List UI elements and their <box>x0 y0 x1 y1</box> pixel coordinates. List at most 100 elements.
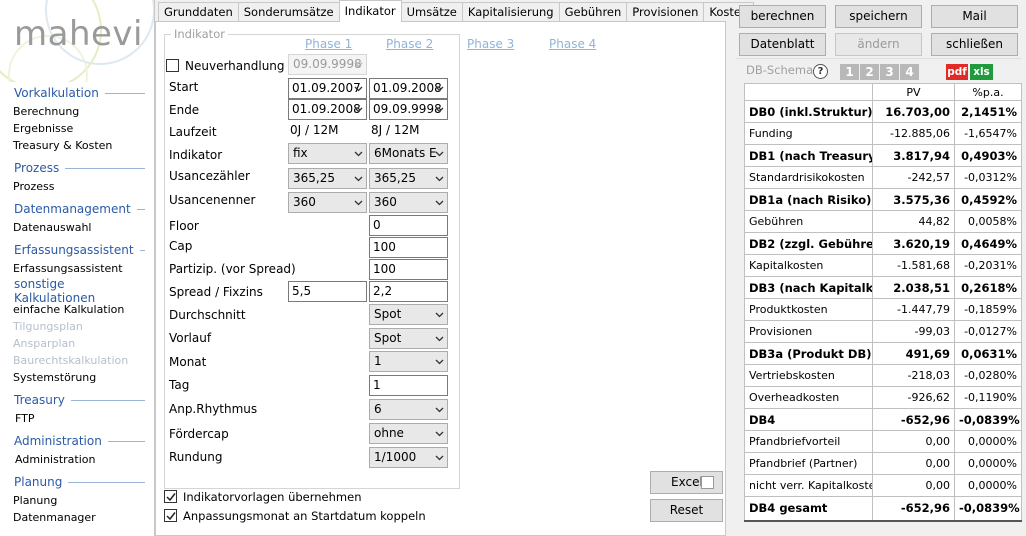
table-cell-pa: 0,0000% <box>954 430 1022 453</box>
durchschnitt-select-phase2[interactable]: Spot <box>369 304 448 325</box>
usancezaehler-select-phase1[interactable]: 365,25 <box>288 168 367 189</box>
laufzeit-label: Laufzeit <box>169 125 217 139</box>
speichern-button[interactable]: speichern <box>835 5 922 28</box>
table-cell-label: DB0 (inkl.Struktur) <box>744 100 873 123</box>
ende-date-phase2[interactable]: 09.09.9998 <box>369 99 448 120</box>
table-cell-pv: 491,69 <box>872 342 955 365</box>
nav-section-vorkalkulation: Vorkalkulation Berechnung Ergebnisse Tre… <box>0 83 155 154</box>
spread-input-phase1[interactable]: 5,5 <box>288 281 367 302</box>
sidebar-item-planung[interactable]: Planung <box>0 492 155 509</box>
phase-4-link[interactable]: Phase 4 <box>549 37 596 51</box>
checkmark-icon <box>166 493 176 502</box>
floor-label: Floor <box>169 219 199 233</box>
nav-section-erfassungsassistent: Erfassungsassistent Erfassungsassistent <box>0 240 155 277</box>
table-row: Funding -12.885,06 -1,6547% <box>744 122 1022 145</box>
nav-head-label: Erfassungsassistent <box>14 243 134 257</box>
rundung-select-phase2[interactable]: 1/1000 <box>369 447 448 468</box>
tab-sonderumsaetze[interactable]: Sonderumsätze <box>237 2 340 22</box>
sidebar-item-datenauswahl[interactable]: Datenauswahl <box>0 219 155 236</box>
nav-head-vorkalkulation[interactable]: Vorkalkulation <box>0 83 155 103</box>
sidebar-item-ansparplan: Ansparplan <box>13 337 76 350</box>
table-cell-pa: -0,2031% <box>954 254 1022 277</box>
usancenenner-select-phase1[interactable]: 360 <box>288 192 367 213</box>
help-icon[interactable]: ? <box>813 64 828 79</box>
excel-button-label: Excel <box>671 475 703 489</box>
sidebar-item-ergebnisse[interactable]: Ergebnisse <box>0 120 155 137</box>
sidebar-item-ftp[interactable]: FTP <box>0 410 155 427</box>
sidebar-item-treasury-kosten[interactable]: Treasury & Kosten <box>0 137 155 154</box>
table-row: Provisionen -99,03 -0,0127% <box>744 320 1022 343</box>
table-cell-pv: -1.447,79 <box>872 298 955 321</box>
excel-button[interactable]: Excel <box>650 471 723 494</box>
foerdercap-select-phase2[interactable]: ohne <box>369 423 448 444</box>
nav-head-erfassungsassistent[interactable]: Erfassungsassistent <box>0 240 155 260</box>
schliessen-button[interactable]: schließen <box>931 33 1018 56</box>
foerdercap-label: Fördercap <box>169 427 229 441</box>
tab-kapitalisierung[interactable]: Kapitalisierung <box>461 2 560 22</box>
table-row: DB3 (nach Kapitalk… 2.038,51 0,2618% <box>744 276 1022 299</box>
table-row: DB1 (nach Treasury) 3.817,94 0,4903% <box>744 144 1022 167</box>
usancenenner-select-phase2[interactable]: 360 <box>369 192 448 213</box>
sidebar-item-berechnung[interactable]: Berechnung <box>0 103 155 120</box>
phase-1-link[interactable]: Phase 1 <box>305 37 352 51</box>
ende-date-phase1[interactable]: 01.09.2008 <box>288 99 367 120</box>
indikatorvorlagen-checkbox[interactable] <box>164 490 177 503</box>
tab-indikator[interactable]: Indikator <box>338 0 402 22</box>
nav-head-label: Administration <box>14 434 102 448</box>
sidebar-item-erfassungsassistent[interactable]: Erfassungsassistent <box>0 260 155 277</box>
mail-button[interactable]: Mail <box>931 5 1018 28</box>
usancezaehler-select-phase2[interactable]: 365,25 <box>369 168 448 189</box>
phase-2-link[interactable]: Phase 2 <box>386 37 433 51</box>
excel-checkbox[interactable] <box>701 476 714 489</box>
reset-button[interactable]: Reset <box>650 499 723 522</box>
sidebar-item-baurechtskalkulation: Baurechtskalkulation <box>13 354 129 367</box>
indikator-select-phase1[interactable]: fix <box>288 143 367 164</box>
table-cell-pa: 0,0058% <box>954 210 1022 233</box>
indikator-panel: Indikator Phase 1 Phase 2 Phase 3 Phase … <box>155 21 726 536</box>
table-cell-pv: 2.038,51 <box>872 276 955 299</box>
sidebar-item-prozess[interactable]: Prozess <box>0 178 155 195</box>
tab-provisionen[interactable]: Provisionen <box>626 2 705 22</box>
tab-grunddaten[interactable]: Grunddaten <box>158 2 239 22</box>
table-cell-pa: -0,0839% <box>954 408 1022 431</box>
anp-rhythmus-select-phase2[interactable]: 6 <box>369 399 448 420</box>
schema-level-2-button[interactable]: 2 <box>860 64 879 80</box>
nav-head-label: Treasury <box>14 393 65 407</box>
anpassungsmonat-checkbox[interactable] <box>164 509 177 522</box>
spread-input-phase2[interactable]: 2,2 <box>369 281 448 302</box>
start-date-phase2[interactable]: 01.09.2008 <box>369 78 448 99</box>
partizip-input-phase2[interactable]: 100 <box>369 259 448 280</box>
cap-input-phase2[interactable]: 100 <box>369 237 448 258</box>
pdf-export-icon[interactable]: pdf <box>946 64 968 80</box>
schema-level-4-button[interactable]: 4 <box>900 64 919 80</box>
sidebar-item-systemstoerung[interactable]: Systemstörung <box>0 369 155 386</box>
sidebar-item-administration[interactable]: Administration <box>0 451 155 468</box>
nav-head-administration[interactable]: Administration <box>0 431 155 451</box>
sidebar-item-datenmanager[interactable]: Datenmanager <box>0 509 155 526</box>
tag-input-phase2[interactable]: 1 <box>369 375 448 396</box>
nav-head-sonstige[interactable]: sonstige Kalkulationen <box>0 277 155 305</box>
usancenenner-label: Usancenenner <box>169 193 256 207</box>
vorlauf-select-phase2[interactable]: Spot <box>369 328 448 349</box>
indikator-select-phase2[interactable]: 6Monats E <box>369 143 448 164</box>
start-date-phase1[interactable]: 01.09.2007 <box>288 78 367 99</box>
tab-umsaetze[interactable]: Umsätze <box>400 2 463 22</box>
monat-select-phase2[interactable]: 1 <box>369 351 448 372</box>
floor-input-phase2[interactable]: 0 <box>369 215 448 236</box>
datenblatt-button[interactable]: Datenblatt <box>739 33 826 56</box>
neuverhandlung-checkbox[interactable] <box>166 59 179 72</box>
berechnen-button[interactable]: berechnen <box>739 5 826 28</box>
vorlauf-label: Vorlauf <box>169 331 212 345</box>
nav-head-treasury[interactable]: Treasury <box>0 390 155 410</box>
nav-head-prozess[interactable]: Prozess <box>0 158 155 178</box>
schema-level-3-button[interactable]: 3 <box>880 64 899 80</box>
schema-level-1-button[interactable]: 1 <box>840 64 859 80</box>
nav-head-datenmanagement[interactable]: Datenmanagement <box>0 199 155 219</box>
phase-3-link[interactable]: Phase 3 <box>467 37 514 51</box>
tab-bar: Grunddaten Sonderumsätze Indikator Umsät… <box>158 0 755 22</box>
table-cell-pv: 0,00 <box>872 430 955 453</box>
spread-label: Spread / Fixzins <box>169 285 263 299</box>
tab-gebuehren[interactable]: Gebühren <box>558 2 628 22</box>
nav-head-planung[interactable]: Planung <box>0 472 155 492</box>
xls-export-icon[interactable]: xls <box>970 64 993 80</box>
